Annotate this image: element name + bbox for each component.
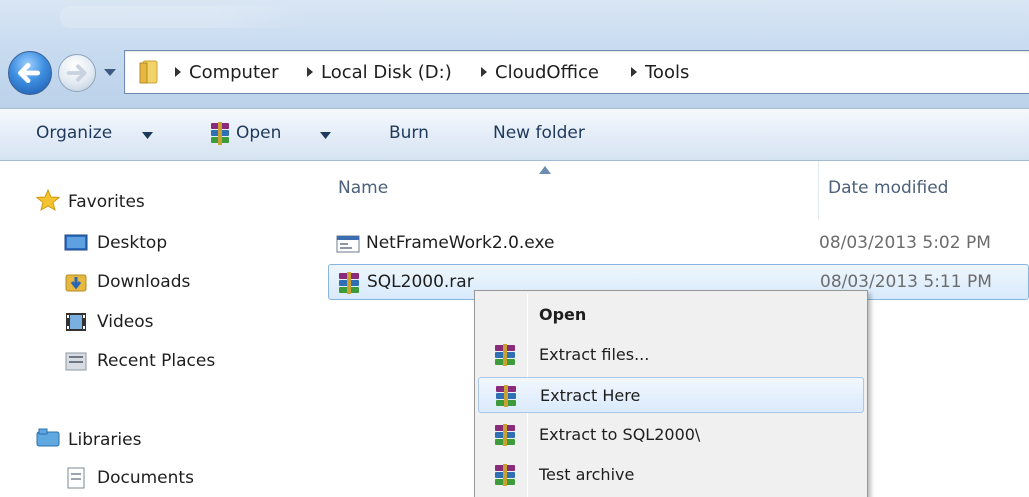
navigation-pane: Favorites Desktop Downloads Videos Recen… [0, 161, 318, 497]
organize-button[interactable]: Organize [36, 123, 112, 143]
documents-icon [67, 467, 85, 489]
window-titlebar: Computer Local Disk (D:) CloudOffice Too… [0, 0, 1029, 108]
file-date: 08/03/2013 5:02 PM [819, 233, 991, 253]
open-button[interactable]: Open [236, 123, 281, 143]
column-header-date-modified[interactable]: Date modified [828, 178, 948, 198]
nav-videos[interactable]: Videos [97, 312, 154, 332]
breadcrumb-separator-icon[interactable] [305, 64, 315, 80]
breadcrumb-separator-icon [175, 67, 181, 77]
menu-item-test-archive[interactable]: Test archive [478, 457, 864, 493]
winrar-icon [495, 344, 515, 366]
back-button[interactable] [8, 51, 52, 95]
nav-libraries[interactable]: Libraries [68, 430, 141, 450]
star-icon [36, 189, 60, 211]
nav-recent-places[interactable]: Recent Places [97, 351, 215, 371]
new-folder-button[interactable]: New folder [493, 123, 585, 143]
sort-ascending-icon [539, 166, 551, 174]
videos-icon [66, 313, 86, 331]
menu-item-extract-to-folder[interactable]: Extract to SQL2000\ [478, 417, 864, 453]
back-arrow-icon [18, 62, 41, 84]
file-date: 08/03/2013 5:11 PM [820, 272, 992, 292]
nav-favorites[interactable]: Favorites [68, 192, 145, 212]
breadcrumb-separator-icon[interactable] [479, 64, 489, 80]
libraries-icon [36, 428, 60, 447]
winrar-icon [496, 385, 516, 407]
menu-item-open[interactable]: Open [478, 297, 864, 333]
winrar-icon [211, 122, 229, 145]
file-row[interactable]: NetFrameWork2.0.exe 08/03/2013 5:02 PM [328, 226, 1029, 262]
menu-item-extract-here[interactable]: Extract Here [478, 377, 864, 413]
winrar-icon [495, 424, 515, 446]
recent-pages-dropdown[interactable] [101, 63, 119, 81]
menu-item-extract-files[interactable]: Extract files... [478, 337, 864, 373]
folder-icon [139, 60, 158, 84]
breadcrumb-separator-icon[interactable] [629, 64, 639, 80]
downloads-folder-icon [65, 274, 87, 292]
breadcrumb-computer[interactable]: Computer [189, 62, 278, 83]
address-bar[interactable]: Computer Local Disk (D:) CloudOffice Too… [124, 50, 1029, 94]
exe-icon [336, 235, 360, 253]
menu-item-label: Extract to SQL2000\ [539, 425, 701, 444]
nav-documents[interactable]: Documents [97, 468, 194, 488]
recent-places-icon [65, 352, 87, 371]
menu-item-label: Extract files... [539, 345, 650, 364]
nav-downloads[interactable]: Downloads [97, 272, 190, 292]
menu-item-label: Open [539, 305, 587, 324]
breadcrumb-tools[interactable]: Tools [645, 62, 689, 83]
forward-button[interactable] [58, 54, 96, 92]
file-name: NetFrameWork2.0.exe [366, 233, 555, 253]
context-menu: Open Extract files... Extract Here Extra… [474, 290, 868, 497]
column-header-name[interactable]: Name [338, 178, 388, 198]
breadcrumb-local-disk[interactable]: Local Disk (D:) [321, 62, 452, 83]
column-separator[interactable] [818, 161, 819, 219]
burn-button[interactable]: Burn [389, 123, 429, 143]
winrar-icon [339, 272, 359, 294]
file-name: SQL2000.rar [367, 272, 474, 292]
menu-item-label: Extract Here [540, 386, 641, 405]
window-title-ghost [60, 6, 310, 28]
forward-arrow-icon [66, 64, 87, 82]
command-bar: Organize Open Burn New folder [0, 108, 1029, 161]
breadcrumb-cloudoffice[interactable]: CloudOffice [495, 62, 599, 83]
menu-item-label: Test archive [539, 465, 635, 484]
chevron-down-icon [142, 132, 153, 139]
winrar-icon [495, 464, 515, 486]
chevron-down-icon[interactable] [320, 132, 331, 139]
nav-desktop[interactable]: Desktop [97, 233, 167, 253]
desktop-icon [64, 234, 88, 251]
